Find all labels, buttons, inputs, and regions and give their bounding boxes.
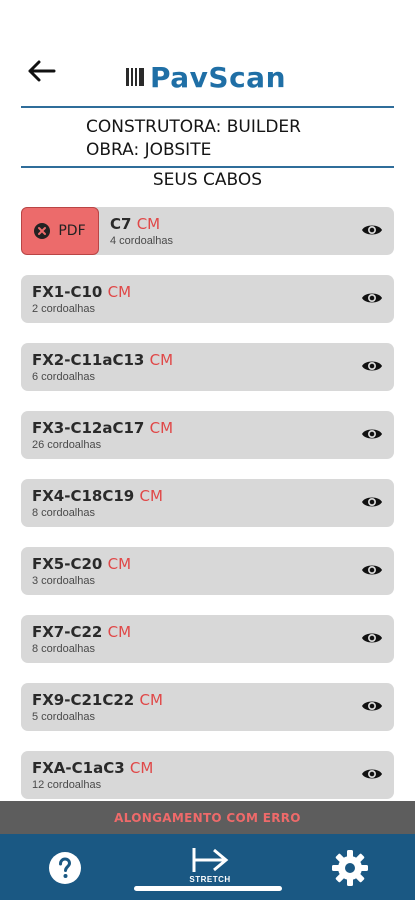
header-divider bbox=[21, 106, 394, 108]
gear-icon bbox=[332, 850, 368, 886]
cable-tag: CM bbox=[107, 623, 132, 641]
stretch-button[interactable]: STRETCH bbox=[180, 846, 240, 888]
constructor-label: CONSTRUTORA: BUILDER bbox=[86, 117, 301, 137]
cable-id: FX7-C22 bbox=[32, 623, 103, 641]
cable-tag: CM bbox=[139, 691, 163, 709]
strand-count: 8 cordoalhas bbox=[32, 507, 95, 519]
cable-id: FX9-C21C22 bbox=[32, 691, 135, 709]
cable-code: FX3-C12aC17 CM bbox=[32, 419, 173, 437]
stretch-label: STRETCH bbox=[189, 875, 231, 884]
cable-id: C7 bbox=[110, 215, 132, 233]
cable-code: FX1-C10 CM bbox=[32, 283, 131, 301]
close-circle-icon bbox=[34, 223, 51, 239]
eye-icon[interactable] bbox=[361, 561, 383, 579]
cable-item[interactable]: FX5-C20 CM 3 cordoalhas bbox=[21, 547, 394, 595]
settings-button[interactable] bbox=[330, 848, 370, 888]
cable-item[interactable]: FX4-C18C19 CM 8 cordoalhas bbox=[21, 479, 394, 527]
cable-id: FX5-C20 bbox=[32, 555, 103, 573]
back-button[interactable] bbox=[24, 56, 58, 86]
cable-list: PDF C7 CM 4 cordoalhas FX1-C10 CM 2 cord… bbox=[21, 207, 394, 819]
strand-count: 12 cordoalhas bbox=[32, 779, 102, 791]
pdf-label: PDF bbox=[58, 223, 86, 239]
cable-item[interactable]: FX7-C22 CM 8 cordoalhas bbox=[21, 615, 394, 663]
strand-count: 8 cordoalhas bbox=[32, 643, 95, 655]
cable-id: FX2-C11aC13 bbox=[32, 351, 145, 369]
cable-item[interactable]: FX9-C21C22 CM 5 cordoalhas bbox=[21, 683, 394, 731]
eye-icon[interactable] bbox=[361, 765, 383, 783]
cable-id: FXA-C1aC3 bbox=[32, 759, 125, 777]
cable-code: FXA-C1aC3 CM bbox=[32, 759, 153, 777]
eye-icon[interactable] bbox=[361, 493, 383, 511]
cable-item[interactable]: FX2-C11aC13 CM 6 cordoalhas bbox=[21, 343, 394, 391]
strand-count: 4 cordoalhas bbox=[110, 235, 173, 247]
cable-id: FX4-C18C19 bbox=[32, 487, 135, 505]
home-indicator bbox=[134, 886, 282, 891]
eye-icon[interactable] bbox=[361, 425, 383, 443]
site-label: OBRA: JOBSITE bbox=[86, 140, 212, 160]
eye-icon[interactable] bbox=[361, 697, 383, 715]
cable-item[interactable]: FX1-C10 CM 2 cordoalhas bbox=[21, 275, 394, 323]
cable-id: FX1-C10 bbox=[32, 283, 103, 301]
cable-code: FX9-C21C22 CM bbox=[32, 691, 163, 709]
eye-icon[interactable] bbox=[361, 289, 383, 307]
cable-tag: CM bbox=[139, 487, 163, 505]
error-banner[interactable]: ALONGAMENTO COM ERRO bbox=[0, 801, 415, 834]
stretch-arrow-icon bbox=[192, 848, 229, 872]
question-circle-icon bbox=[49, 852, 81, 884]
cable-tag: CM bbox=[149, 419, 174, 437]
app-logo: PavScan bbox=[124, 58, 286, 96]
section-title: SEUS CABOS bbox=[152, 170, 263, 190]
cable-code: FX4-C18C19 CM bbox=[32, 487, 163, 505]
cable-tag: CM bbox=[107, 555, 132, 573]
cable-code: C7 CM bbox=[110, 215, 160, 233]
info-divider bbox=[21, 166, 394, 168]
help-button[interactable] bbox=[45, 848, 85, 888]
eye-icon[interactable] bbox=[361, 357, 383, 375]
app-name: PavScan bbox=[150, 60, 287, 94]
cable-item[interactable]: FX3-C12aC17 CM 26 cordoalhas bbox=[21, 411, 394, 459]
cable-tag: CM bbox=[136, 215, 161, 233]
cable-tag: CM bbox=[149, 351, 174, 369]
cable-item[interactable]: FXA-C1aC3 CM 12 cordoalhas bbox=[21, 751, 394, 799]
strand-count: 26 cordoalhas bbox=[32, 439, 102, 451]
cable-code: FX7-C22 CM bbox=[32, 623, 131, 641]
cable-id: FX3-C12aC17 bbox=[32, 419, 145, 437]
pdf-button[interactable]: PDF bbox=[21, 207, 99, 255]
barcode-icon bbox=[126, 68, 144, 86]
strand-count: 6 cordoalhas bbox=[32, 371, 95, 383]
strand-count: 5 cordoalhas bbox=[32, 711, 95, 723]
cable-tag: CM bbox=[129, 759, 154, 777]
cable-item[interactable]: PDF C7 CM 4 cordoalhas bbox=[21, 207, 394, 255]
arrow-left-icon bbox=[28, 60, 56, 82]
app-header: PavScan bbox=[0, 0, 415, 108]
error-banner-text: ALONGAMENTO COM ERRO bbox=[114, 810, 301, 825]
strand-count: 2 cordoalhas bbox=[32, 303, 95, 315]
eye-icon[interactable] bbox=[361, 221, 383, 239]
cable-tag: CM bbox=[107, 283, 132, 301]
project-info: CONSTRUTORA: BUILDER OBRA: JOBSITE bbox=[86, 116, 386, 162]
cable-code: FX2-C11aC13 CM bbox=[32, 351, 173, 369]
cable-code: FX5-C20 CM bbox=[32, 555, 131, 573]
strand-count: 3 cordoalhas bbox=[32, 575, 95, 587]
eye-icon[interactable] bbox=[361, 629, 383, 647]
